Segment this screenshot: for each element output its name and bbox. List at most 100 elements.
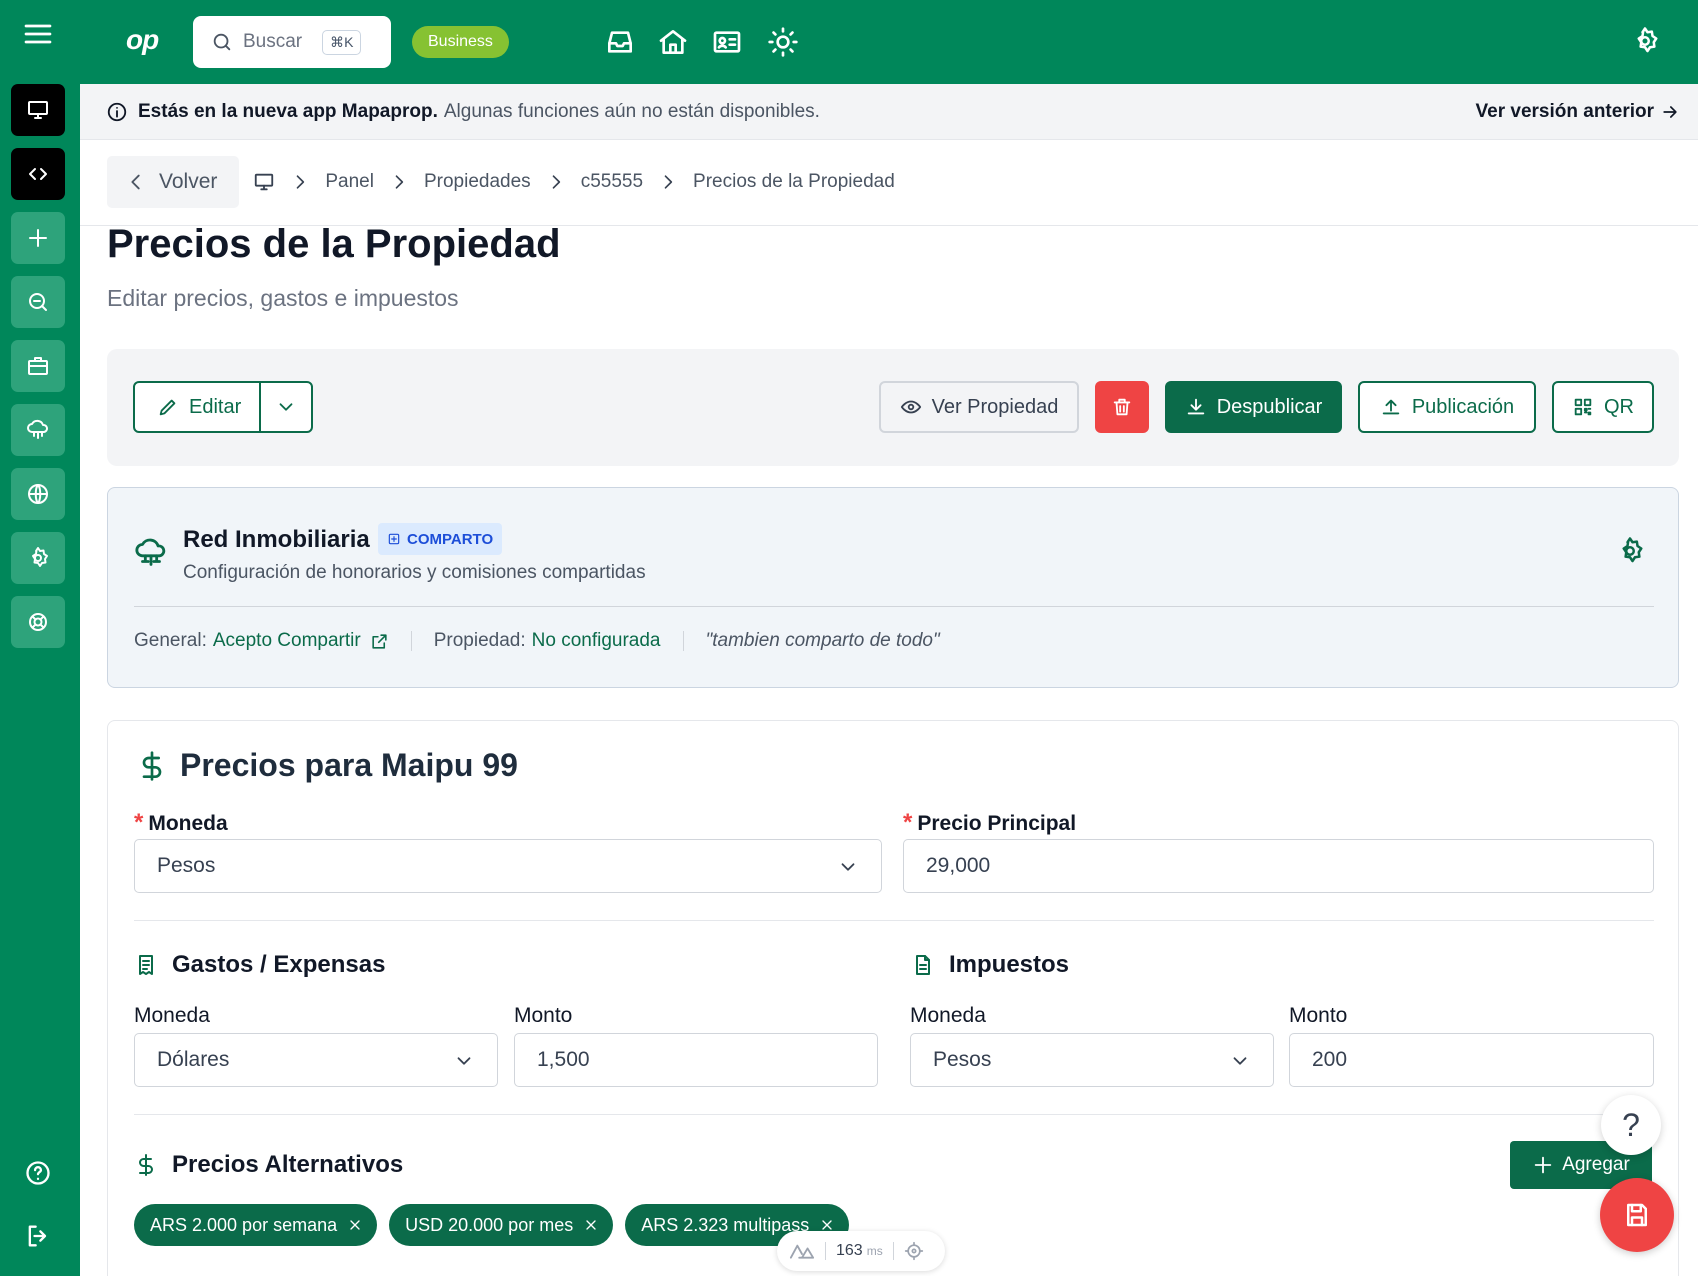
- taxes-title: Impuestos: [911, 951, 1069, 979]
- back-label: Volver: [159, 170, 218, 193]
- close-icon[interactable]: [573, 1217, 599, 1233]
- upload-icon: [1380, 396, 1412, 418]
- prices-card: Precios para Maipu 99 Moneda Pesos Preci…: [107, 720, 1679, 1276]
- expenses-currency-label: Moneda: [134, 1004, 210, 1027]
- share-badge: COMPARTO: [378, 523, 503, 555]
- publication-label: Publicación: [1411, 395, 1515, 418]
- sidebar-item-web[interactable]: [11, 468, 65, 520]
- top-bar: op Buscar ⌘K Business: [0, 0, 1698, 84]
- separator: [825, 1242, 826, 1260]
- back-button[interactable]: Volver: [107, 156, 240, 208]
- sidebar-item-developer[interactable]: [11, 148, 65, 200]
- prices-title-text: Precios para Maipu 99: [180, 747, 518, 783]
- help-fab[interactable]: ?: [1601, 1095, 1661, 1155]
- sidebar-item-business[interactable]: [11, 340, 65, 392]
- taxes-currency-label: Moneda: [910, 1004, 986, 1027]
- breadcrumb: Volver Panel Propiedades c55555 Precios …: [107, 156, 895, 208]
- expenses-title: Gastos / Expensas: [134, 951, 385, 979]
- gear-icon: [26, 546, 50, 570]
- external-link-icon[interactable]: [370, 632, 389, 651]
- expenses-amount-input[interactable]: 1,500: [514, 1033, 878, 1087]
- chevron-down-icon: [1229, 1050, 1251, 1072]
- chevron-down-icon: [453, 1050, 475, 1072]
- search-button[interactable]: Buscar ⌘K: [193, 16, 391, 68]
- info-icon: [106, 101, 128, 123]
- network-settings-icon[interactable]: [1615, 536, 1645, 566]
- view-property-button[interactable]: Ver Propiedad: [879, 381, 1079, 433]
- briefcase-icon: [26, 354, 50, 378]
- hamburger-menu-icon[interactable]: [22, 18, 54, 50]
- taxes-amount-input[interactable]: 200: [1289, 1033, 1654, 1087]
- sidebar-item-messages[interactable]: [11, 276, 65, 328]
- logout-icon[interactable]: [24, 1222, 52, 1250]
- devtools-bar[interactable]: 163 ms: [777, 1231, 945, 1271]
- monitor-icon: [26, 98, 50, 122]
- network-divider: [134, 606, 1654, 607]
- plus-icon: [26, 226, 50, 250]
- main-price-input[interactable]: 29,000: [903, 839, 1654, 893]
- prices-title: Precios para Maipu 99: [136, 747, 518, 784]
- inbox-icon[interactable]: [604, 26, 636, 58]
- chat-icon: [26, 290, 50, 314]
- settings-gear-icon[interactable]: [1630, 26, 1660, 56]
- expenses-amount-label: Monto: [514, 1004, 573, 1027]
- plan-badge[interactable]: Business: [412, 26, 509, 58]
- sidebar-item-add[interactable]: [11, 212, 65, 264]
- dollar-icon: [134, 1153, 172, 1177]
- section-divider: [134, 1114, 1654, 1115]
- old-version-link[interactable]: Ver versión anterior: [1476, 101, 1680, 123]
- close-icon[interactable]: [337, 1217, 363, 1233]
- qr-button[interactable]: QR: [1552, 381, 1654, 433]
- monitor-icon[interactable]: [253, 171, 275, 193]
- breadcrumb-current: Precios de la Propiedad: [693, 171, 895, 192]
- cloud-network-icon: [134, 536, 168, 570]
- contact-card-icon[interactable]: [711, 26, 743, 58]
- pencil-icon: [157, 396, 189, 418]
- alternative-price-chip[interactable]: USD 20.000 por mes: [389, 1204, 614, 1246]
- save-icon: [1622, 1200, 1652, 1230]
- edit-dropdown-button[interactable]: [261, 396, 311, 418]
- eye-icon: [900, 396, 932, 418]
- receipt-icon: [134, 953, 172, 977]
- home-icon[interactable]: [657, 26, 689, 58]
- share-badge-label: COMPARTO: [407, 530, 494, 548]
- property-value: No configurada: [531, 630, 661, 651]
- currency-select[interactable]: Pesos: [134, 839, 882, 893]
- code-icon: [26, 162, 50, 186]
- expenses-currency-select[interactable]: Dólares: [134, 1033, 498, 1087]
- alternative-price-chip[interactable]: ARS 2.000 por semana: [134, 1204, 378, 1246]
- help-icon[interactable]: [24, 1159, 52, 1187]
- breadcrumb-panel[interactable]: Panel: [325, 171, 374, 193]
- alternative-prices-list: ARS 2.000 por semana USD 20.000 por mes …: [134, 1204, 861, 1246]
- delete-button[interactable]: [1095, 381, 1149, 433]
- general-value-link[interactable]: Acepto Compartir: [213, 630, 361, 652]
- taxes-amount-label: Monto: [1289, 1004, 1348, 1027]
- app-logo[interactable]: op: [126, 24, 159, 56]
- inspect-target-icon[interactable]: [904, 1241, 924, 1261]
- breadcrumb-property-code[interactable]: c55555: [581, 171, 643, 193]
- sidebar-item-network[interactable]: [11, 404, 65, 456]
- breadcrumb-propiedades[interactable]: Propiedades: [424, 171, 531, 193]
- alternatives-title: Precios Alternativos: [134, 1151, 403, 1179]
- sidebar-item-settings[interactable]: [11, 532, 65, 584]
- taxes-amount-value: 200: [1312, 1048, 1348, 1071]
- edit-button[interactable]: Editar: [135, 383, 261, 431]
- download-icon: [1185, 396, 1217, 418]
- qr-code-icon: [1572, 396, 1604, 418]
- sidebar-item-panel[interactable]: [11, 84, 65, 136]
- save-fab[interactable]: [1600, 1178, 1674, 1252]
- network-card: Red Inmobiliaria COMPARTO Configuración …: [107, 487, 1679, 688]
- sidebar-item-support[interactable]: [11, 596, 65, 648]
- chip-label: USD 20.000 por mes: [405, 1214, 574, 1235]
- unpublish-button[interactable]: Despublicar: [1165, 381, 1342, 433]
- lifebuoy-icon: [26, 610, 50, 634]
- expenses-amount-value: 1,500: [537, 1048, 590, 1071]
- publication-button[interactable]: Publicación: [1358, 381, 1536, 433]
- share-icon: [387, 532, 407, 546]
- taxes-currency-select[interactable]: Pesos: [910, 1033, 1274, 1087]
- chip-label: ARS 2.323 multipass: [641, 1214, 810, 1235]
- qr-label: QR: [1604, 395, 1634, 418]
- add-price-label: Agregar: [1562, 1154, 1630, 1175]
- sun-icon[interactable]: [767, 26, 799, 58]
- render-time-unit: ms: [866, 1244, 883, 1258]
